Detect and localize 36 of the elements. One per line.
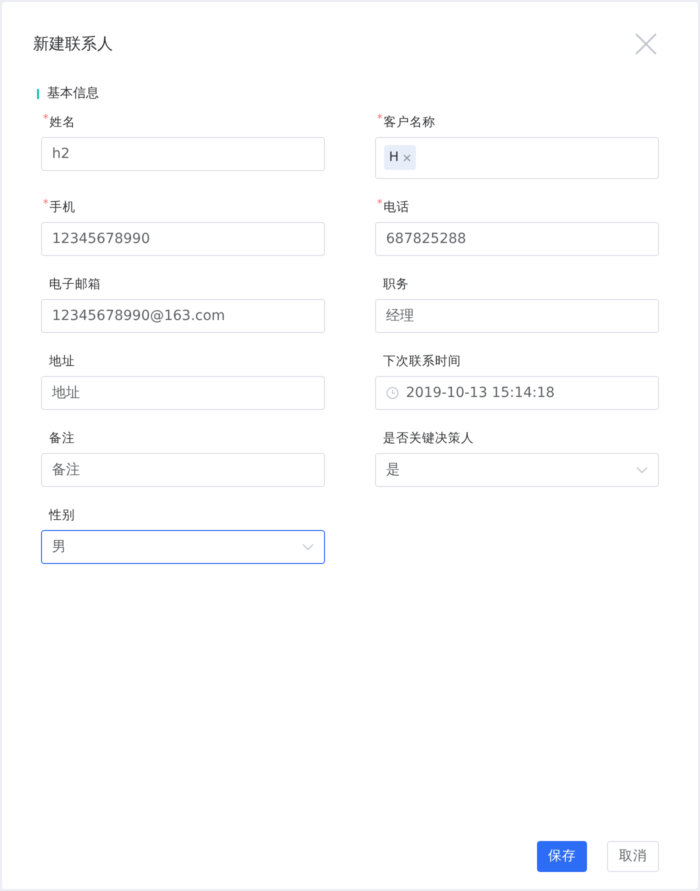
cancel-button[interactable]: 取消 [607, 841, 659, 872]
chevron-down-icon [636, 466, 648, 473]
select-field[interactable]: 男 [41, 530, 325, 564]
field-label: 客户名称 [384, 114, 436, 130]
text-field[interactable]: 687825288 [375, 222, 659, 256]
field-label: 姓名 [50, 114, 76, 130]
field-label: 是否关键决策人 [383, 430, 474, 446]
select-field[interactable]: 是 [375, 452, 659, 486]
tag-label: H [389, 148, 399, 167]
required-mark: * [43, 198, 48, 208]
text-field[interactable]: 经理 [375, 298, 659, 332]
field-label: 电话 [384, 198, 410, 214]
field-label: 电子邮箱 [49, 276, 101, 292]
required-mark: * [377, 114, 382, 124]
chevron-down-icon [302, 543, 314, 550]
tag-field[interactable]: H [375, 136, 659, 178]
close-icon[interactable] [635, 33, 657, 55]
text-field[interactable]: 12345678990@163.com [41, 298, 325, 332]
text-field[interactable]: 备注 [41, 452, 325, 486]
text-field[interactable]: 12345678990 [41, 222, 325, 256]
field-label: 下次联系时间 [383, 352, 461, 368]
field-label: 职务 [383, 276, 409, 292]
field-label: 地址 [49, 352, 75, 368]
required-mark: * [377, 198, 382, 208]
text-field[interactable]: h2 [41, 136, 325, 170]
field-label: 备注 [49, 430, 75, 446]
save-button[interactable]: 保存 [537, 841, 587, 872]
clock-icon [386, 386, 399, 399]
text-field[interactable]: 地址 [41, 376, 325, 410]
section-title: 基本信息 [47, 85, 99, 103]
field-label: 手机 [50, 198, 76, 214]
required-mark: * [43, 114, 48, 124]
date-field[interactable]: 2019-10-13 15:14:18 [375, 376, 659, 410]
dialog-title: 新建联系人 [33, 33, 113, 55]
field-label: 性别 [49, 506, 75, 522]
close-icon[interactable] [402, 154, 411, 162]
